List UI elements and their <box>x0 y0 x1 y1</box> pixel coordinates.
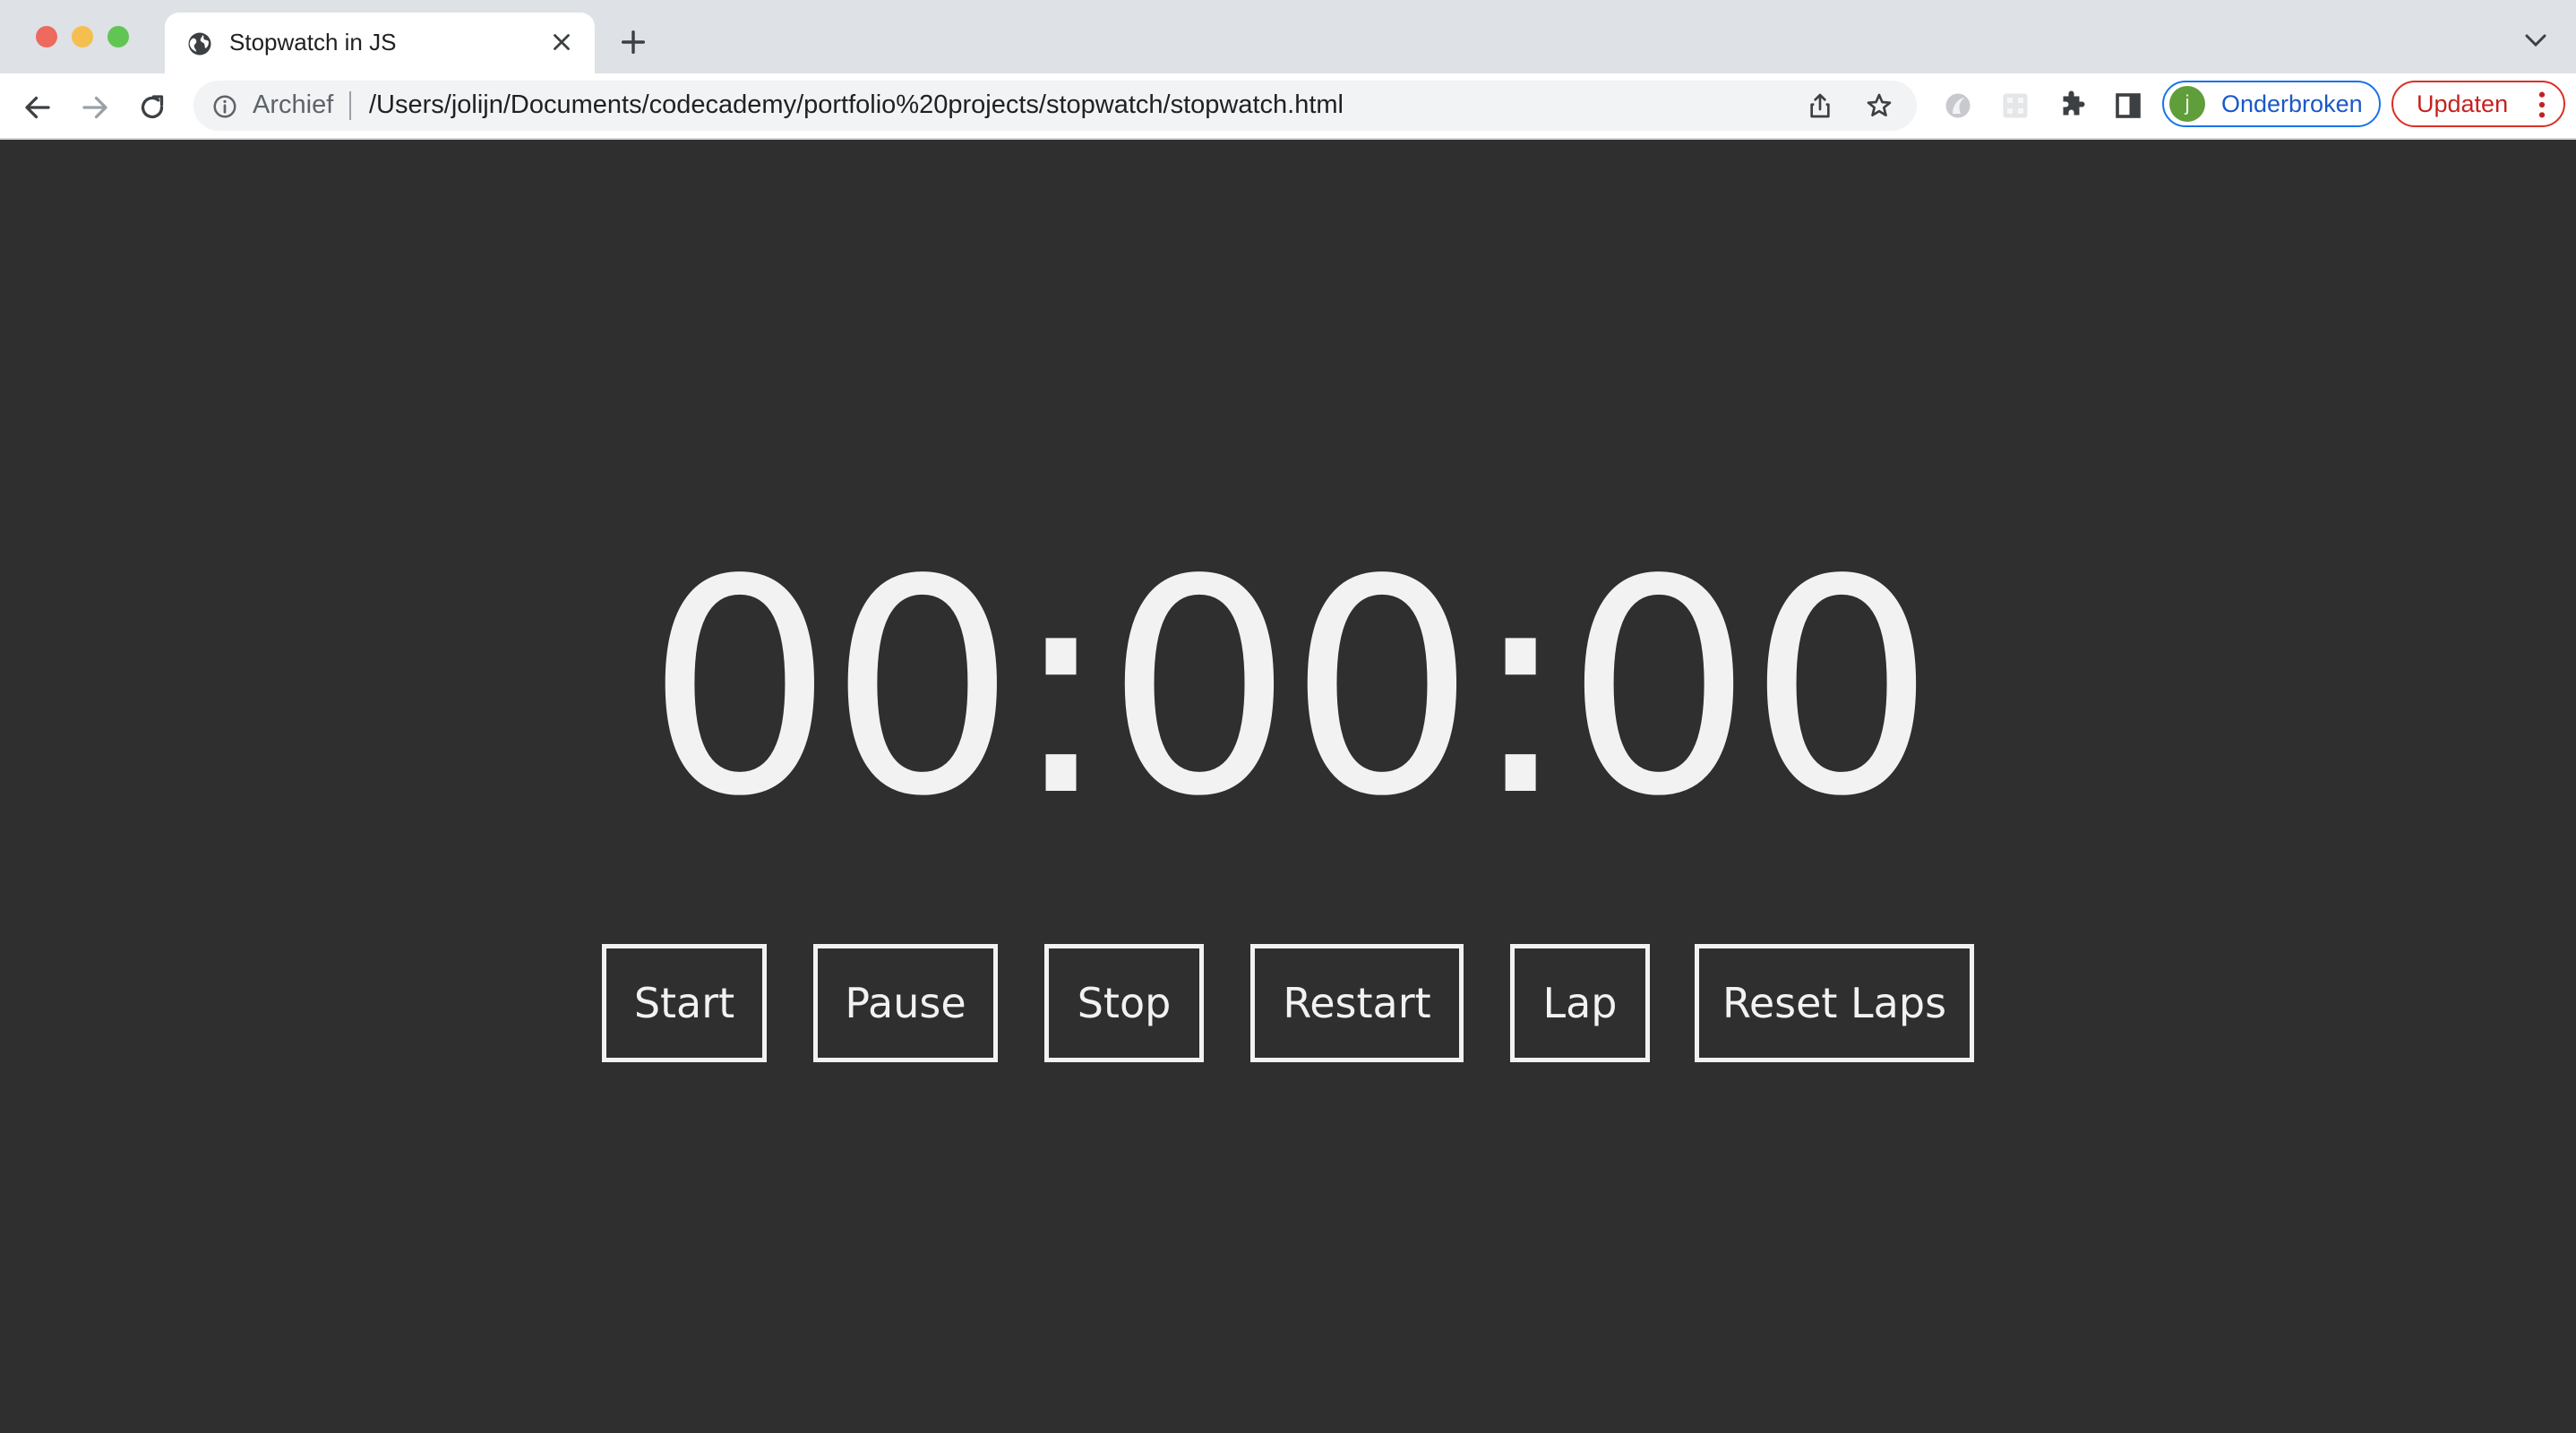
site-security-label: Archief <box>253 90 334 119</box>
stopwatch-page: 00:00:00 Start Pause Stop Restart Lap Re… <box>0 140 2576 1433</box>
puzzle-extensions-icon[interactable] <box>2057 90 2089 122</box>
reload-icon[interactable] <box>136 91 168 124</box>
restart-button[interactable]: Restart <box>1250 944 1464 1062</box>
maximize-window-button[interactable] <box>107 26 129 47</box>
bookmark-star-icon[interactable] <box>1865 91 1893 120</box>
forward-arrow-icon[interactable] <box>79 91 111 124</box>
stopwatch-controls: Start Pause Stop Restart Lap Reset Laps <box>0 944 2576 1064</box>
address-divider <box>349 91 351 120</box>
tab-title: Stopwatch in JS <box>229 29 397 56</box>
stop-button[interactable]: Stop <box>1044 944 1204 1062</box>
close-window-button[interactable] <box>36 26 57 47</box>
chevron-down-icon[interactable] <box>2522 30 2549 50</box>
extension-swirl-icon[interactable] <box>1942 90 1974 122</box>
address-bar[interactable]: Archief /Users/jolijn/Documents/codecade… <box>193 81 1917 131</box>
more-menu-icon[interactable] <box>2533 90 2551 120</box>
back-arrow-icon[interactable] <box>21 91 54 124</box>
close-icon[interactable] <box>548 29 575 56</box>
update-button[interactable]: Updaten <box>2391 81 2565 127</box>
info-icon[interactable] <box>211 93 238 120</box>
profile-status-label: Onderbroken <box>2221 90 2363 117</box>
minimize-window-button[interactable] <box>72 26 93 47</box>
globe-icon <box>188 32 211 56</box>
update-label: Updaten <box>2417 90 2509 117</box>
reset-laps-button[interactable]: Reset Laps <box>1695 944 1974 1062</box>
share-icon[interactable] <box>1806 91 1834 120</box>
extension-grid-icon[interactable] <box>1999 90 2031 122</box>
side-panel-icon[interactable] <box>2112 90 2144 122</box>
start-button[interactable]: Start <box>602 944 767 1062</box>
tab-strip: Stopwatch in JS <box>0 0 2576 73</box>
browser-window: Stopwatch in JS Archief /Users/jolijn/Do… <box>0 0 2576 1433</box>
new-tab-plus-icon[interactable] <box>618 27 648 57</box>
browser-tab[interactable]: Stopwatch in JS <box>165 13 595 73</box>
stopwatch-display: 00:00:00 <box>645 517 1936 861</box>
pause-button[interactable]: Pause <box>813 944 998 1062</box>
avatar: j <box>2169 86 2205 122</box>
url-text[interactable]: /Users/jolijn/Documents/codecademy/portf… <box>369 90 1344 120</box>
lap-button[interactable]: Lap <box>1510 944 1650 1062</box>
profile-button[interactable]: j Onderbroken <box>2162 81 2381 127</box>
